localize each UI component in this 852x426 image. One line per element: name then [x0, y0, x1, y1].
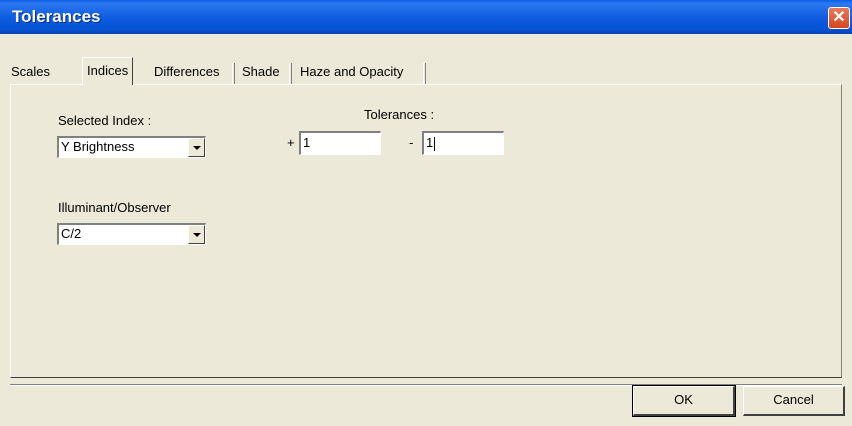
chevron-down-icon[interactable]	[188, 138, 205, 157]
tab-haze-and-opacity[interactable]: Haze and Opacity	[300, 60, 403, 84]
tolerances-label: Tolerances :	[364, 107, 435, 122]
close-icon[interactable]: ✕	[828, 7, 850, 29]
title-bar: Tolerances ✕	[0, 0, 852, 34]
illuminant-observer-label: Illuminant/Observer	[58, 200, 171, 215]
tab-indices[interactable]: Indices	[82, 57, 134, 85]
window-title: Tolerances	[12, 7, 101, 26]
selected-index-value: Y Brightness	[61, 139, 135, 154]
text-cursor	[434, 136, 436, 151]
plus-tolerance-input[interactable]: 1	[299, 131, 381, 155]
illuminant-observer-value: C/2	[61, 226, 82, 241]
tab-differences[interactable]: Differences	[154, 60, 220, 84]
chevron-down-icon[interactable]	[188, 225, 205, 244]
tab-scales[interactable]: Scales	[11, 60, 50, 84]
plus-tolerance-value: 1	[303, 135, 311, 150]
minus-tolerance-input[interactable]: 1	[422, 131, 504, 155]
minus-sign: -	[409, 135, 414, 150]
illuminant-observer-dropdown[interactable]: C/2	[57, 223, 206, 245]
tab-shade[interactable]: Shade	[242, 60, 280, 84]
tab-panel-indices: Selected Index : Y Brightness Tolerances…	[10, 84, 842, 378]
tab-separator	[289, 63, 292, 84]
ok-button[interactable]: OK	[632, 385, 736, 417]
tab-separator	[423, 63, 426, 84]
tab-strip: Scales Indices Differences Shade Haze an…	[8, 57, 438, 85]
tab-separator	[232, 63, 235, 84]
selected-index-dropdown[interactable]: Y Brightness	[57, 136, 206, 158]
minus-tolerance-value: 1	[426, 135, 434, 150]
cancel-button[interactable]: Cancel	[743, 386, 845, 416]
selected-index-label: Selected Index :	[58, 113, 152, 128]
plus-sign: +	[287, 135, 295, 150]
